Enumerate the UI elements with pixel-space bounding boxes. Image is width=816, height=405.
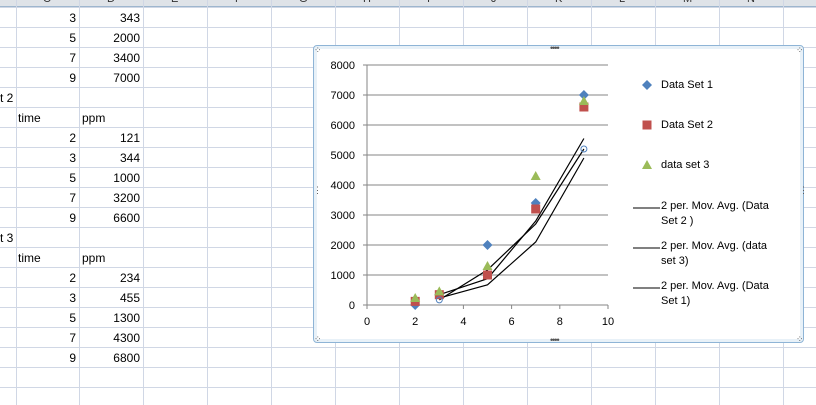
legend-label: 2 per. Mov. Avg. (Data Set 2 ) (661, 200, 769, 227)
legend-label: Data Set 1 (661, 79, 713, 91)
cell-dataset-label[interactable]: t 2 (0, 88, 13, 108)
x-tick-label: 6 (509, 316, 515, 328)
data-point-square (642, 120, 652, 130)
cell-ppm[interactable]: 121 (79, 128, 140, 148)
cell-ppm[interactable]: 3400 (79, 48, 140, 68)
cell-time[interactable]: 2 (16, 268, 76, 288)
cell-header-ppm[interactable]: ppm (82, 248, 105, 268)
cell-ppm[interactable]: 344 (79, 148, 140, 168)
legend-label: 2 per. Mov. Avg. (Data Set 1) (661, 280, 769, 307)
column-header[interactable]: G (299, 0, 308, 5)
legend-swatch (642, 160, 652, 169)
y-tick-label: 3000 (331, 210, 355, 222)
cell-header-time[interactable]: time (18, 248, 41, 268)
cell-ppm[interactable]: 234 (79, 268, 140, 288)
cell-time[interactable]: 3 (16, 288, 76, 308)
x-tick-label: 0 (364, 316, 370, 328)
cell-time[interactable]: 5 (16, 168, 76, 188)
column-header[interactable]: E (171, 0, 178, 5)
data-point-square (531, 204, 541, 214)
column-header[interactable]: I (427, 0, 430, 5)
column-header-bar: C D E F G H I J K L M N (0, 0, 816, 7)
column-header[interactable]: N (747, 0, 755, 5)
cell-ppm[interactable]: 6800 (79, 348, 140, 368)
cell-time[interactable]: 9 (16, 348, 76, 368)
column-gridline (207, 0, 208, 405)
column-gridline (271, 0, 272, 405)
cell-time[interactable]: 3 (16, 148, 76, 168)
legend-swatch (633, 247, 660, 249)
cell-time[interactable]: 7 (16, 48, 76, 68)
data-point-triangle (642, 160, 652, 169)
column-header[interactable]: C (43, 0, 51, 5)
column-header[interactable]: M (683, 0, 692, 5)
legend-label: data set 3 (661, 159, 710, 171)
column-header[interactable]: K (555, 0, 562, 5)
cell-ppm[interactable]: 3200 (79, 188, 140, 208)
moving-average-line (439, 157, 585, 299)
y-tick-label: 0 (349, 300, 355, 312)
cell-time[interactable]: 9 (16, 68, 76, 88)
column-header[interactable]: L (619, 0, 625, 5)
legend-swatch (633, 207, 660, 209)
legend-swatch (642, 120, 652, 130)
chart-object[interactable]: •••• •••• ⋮ ⋮ ⁘ ⁘ ⁘ ⁘ 0 1000 2000 3000 4000 5… (313, 43, 808, 345)
cell-ppm[interactable]: 455 (79, 288, 140, 308)
y-tick-label: 6000 (331, 120, 355, 132)
cell-ppm[interactable]: 4300 (79, 328, 140, 348)
cell-ppm[interactable]: 1300 (79, 308, 140, 328)
x-tick-label: 4 (460, 316, 466, 328)
y-tick-label: 7000 (331, 90, 355, 102)
cell-time[interactable]: 5 (16, 308, 76, 328)
data-point-diamond (642, 80, 652, 90)
cell-time[interactable]: 7 (16, 188, 76, 208)
y-tick-label: 4000 (331, 180, 355, 192)
column-header[interactable]: D (107, 0, 115, 5)
cell-time[interactable]: 3 (16, 8, 76, 28)
cell-time[interactable]: 7 (16, 328, 76, 348)
y-tick-label: 2000 (331, 240, 355, 252)
data-point-triangle (530, 171, 541, 180)
legend-label: Data Set 2 (661, 119, 713, 131)
x-tick-label: 10 (602, 316, 614, 328)
column-header[interactable]: F (235, 0, 242, 5)
legend-swatch (642, 80, 652, 90)
data-point-diamond (482, 240, 493, 250)
row-gridline (0, 387, 816, 388)
cell-dataset-label[interactable]: t 3 (0, 228, 13, 248)
data-point-triangle (578, 96, 589, 105)
cell-time[interactable]: 9 (16, 208, 76, 228)
cell-ppm[interactable]: 2000 (79, 28, 140, 48)
moving-average-line (438, 148, 585, 301)
cell-ppm[interactable]: 6600 (79, 208, 140, 228)
column-header[interactable]: H (363, 0, 371, 5)
cell-ppm[interactable]: 1000 (79, 168, 140, 188)
legend-label: 2 per. Mov. Avg. (data set 3) (661, 240, 767, 267)
legend-swatch (633, 287, 660, 289)
moving-average-line (439, 138, 585, 296)
trendline-endpoint-marker (580, 145, 588, 153)
cell-header-time[interactable]: time (18, 108, 41, 128)
cell-ppm[interactable]: 7000 (79, 68, 140, 88)
y-tick-label: 8000 (331, 60, 355, 72)
y-tick-label: 5000 (331, 150, 355, 162)
x-tick-label: 2 (412, 316, 418, 328)
column-header[interactable]: J (491, 0, 497, 5)
cell-header-ppm[interactable]: ppm (82, 108, 105, 128)
cell-time[interactable]: 5 (16, 28, 76, 48)
data-point-triangle (482, 261, 493, 270)
x-tick-label: 8 (557, 316, 563, 328)
y-tick-label: 1000 (331, 270, 355, 282)
data-point-square (483, 270, 492, 280)
cell-time[interactable]: 2 (16, 128, 76, 148)
column-gridline (143, 0, 144, 405)
cell-ppm[interactable]: 343 (79, 8, 140, 28)
